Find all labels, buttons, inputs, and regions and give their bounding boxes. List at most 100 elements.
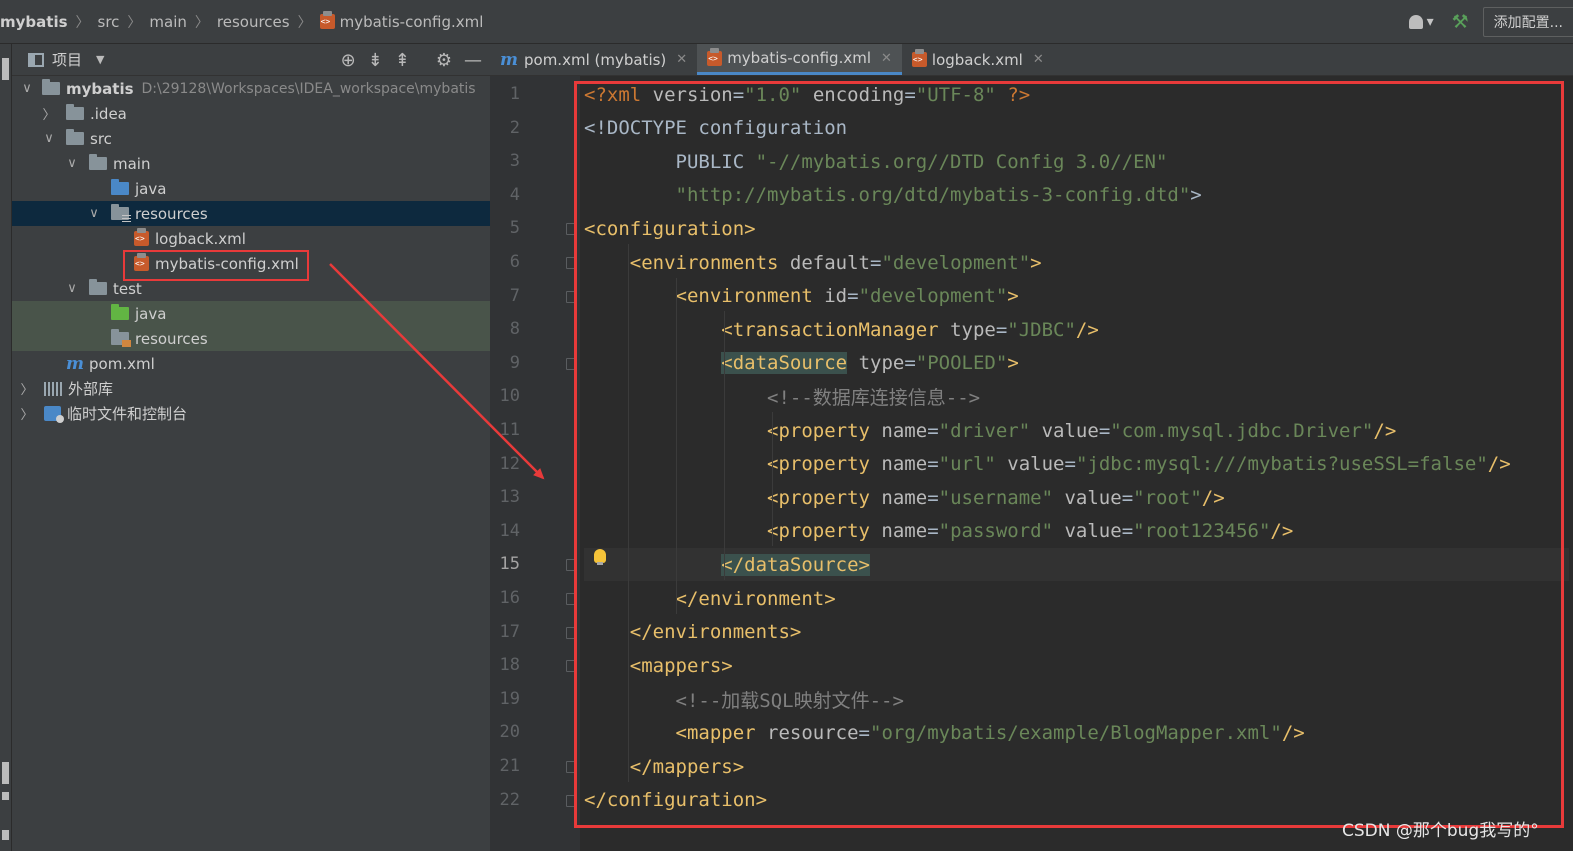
breadcrumb-item-src[interactable]: src xyxy=(94,13,124,31)
tab-label: pom.xml (mybatis) xyxy=(524,50,667,69)
breadcrumb-separator-icon: 〉 xyxy=(297,14,312,31)
line-number: 7 xyxy=(509,285,520,306)
line-number: 16 xyxy=(499,588,520,608)
breadcrumb-item-resources[interactable]: resources xyxy=(213,13,294,31)
close-icon[interactable]: ✕ xyxy=(881,51,892,66)
tree-item-label: .idea xyxy=(90,104,127,123)
favorites-tool-window-button[interactable] xyxy=(2,830,9,840)
line-number: 17 xyxy=(499,621,520,642)
chevron-down-icon: ▾ xyxy=(1426,14,1434,30)
line-number-gutter[interactable]: 1 2 3 4 5 6 7 8 9 10 11 12 13 14 15 16 17 18 19 20 21 22 xyxy=(490,76,580,851)
tree-item-label: java xyxy=(135,179,167,198)
xml-file-icon xyxy=(707,47,723,66)
project-view-icon xyxy=(28,52,44,67)
tree-item-label: 外部库 xyxy=(68,380,114,398)
module-folder-icon xyxy=(42,79,60,95)
navigation-bar: mybatis 〉 src 〉 main 〉 resources 〉 mybat… xyxy=(0,0,1573,44)
tree-item-label: java xyxy=(135,304,167,323)
tab-mybatis-config-xml[interactable]: mybatis-config.xml ✕ xyxy=(697,44,902,75)
close-icon[interactable]: ✕ xyxy=(676,52,687,67)
chevron-down-icon[interactable]: ∨ xyxy=(65,281,79,296)
tree-item-label: src xyxy=(90,129,112,148)
tree-item-label: 临时文件和控制台 xyxy=(67,405,188,423)
add-configuration-button[interactable]: 添加配置... xyxy=(1482,7,1573,37)
chevron-down-icon[interactable]: ∨ xyxy=(87,206,101,221)
tree-item-scratches[interactable]: 〉 临时文件和控制台 xyxy=(12,401,490,426)
tree-item-main[interactable]: ∨ main xyxy=(12,151,490,176)
folder-icon xyxy=(66,104,84,120)
chevron-right-icon[interactable]: 〉 xyxy=(20,404,34,423)
chevron-down-icon[interactable]: ▼ xyxy=(96,53,104,66)
expand-all-icon[interactable]: ⇟ xyxy=(368,50,383,71)
tab-pom-xml[interactable]: m pom.xml (mybatis) ✕ xyxy=(490,44,697,75)
line-number: 1 xyxy=(509,84,520,104)
breadcrumb-item-file[interactable]: mybatis-config.xml xyxy=(316,11,488,31)
source-folder-icon xyxy=(111,179,129,195)
test-resources-folder-icon xyxy=(111,329,131,347)
tree-item-label: main xyxy=(113,154,151,173)
tab-logback-xml[interactable]: logback.xml ✕ xyxy=(902,44,1054,75)
tree-item-label: pom.xml xyxy=(89,354,155,373)
folder-icon xyxy=(89,279,107,295)
tree-item-pom-xml[interactable]: m pom.xml xyxy=(12,351,490,376)
structure-tool-window-button[interactable] xyxy=(2,762,9,784)
chevron-right-icon[interactable]: 〉 xyxy=(42,104,56,123)
scratches-icon xyxy=(44,406,64,423)
tree-item-mybatis[interactable]: ∨ mybatis D:\29128\Workspaces\IDEA_works… xyxy=(12,76,490,101)
breadcrumb-item-main[interactable]: main xyxy=(145,13,190,31)
project-panel-title[interactable]: 项目 xyxy=(52,49,82,70)
chevron-down-icon[interactable]: ∨ xyxy=(65,156,79,171)
folder-icon xyxy=(89,154,107,170)
maven-icon: m xyxy=(66,353,84,374)
libraries-icon xyxy=(44,381,62,396)
line-number: 14 xyxy=(499,520,520,541)
breadcrumb-item-project[interactable]: mybatis xyxy=(0,13,72,31)
breadcrumb-file-label: mybatis-config.xml xyxy=(339,12,484,31)
collapse-all-icon[interactable]: ⇞ xyxy=(395,50,410,71)
breadcrumb-separator-icon: 〉 xyxy=(194,14,209,31)
line-number: 5 xyxy=(509,218,520,239)
highlight-box-config-file xyxy=(123,250,309,281)
xml-file-icon xyxy=(319,11,335,29)
tree-item-external-libraries[interactable]: 〉 外部库 xyxy=(12,376,490,401)
bookmarks-tool-window-button[interactable] xyxy=(2,792,9,800)
maven-icon: m xyxy=(500,49,518,70)
line-number: 10 xyxy=(499,386,520,407)
tree-item-label: resources xyxy=(135,329,208,348)
tree-item-test-java[interactable]: java xyxy=(12,301,490,326)
line-number: 9 xyxy=(509,352,520,373)
line-number: 6 xyxy=(509,252,520,272)
chevron-right-icon[interactable]: 〉 xyxy=(20,379,34,398)
gear-icon[interactable]: ⚙ xyxy=(436,50,452,71)
xml-file-icon xyxy=(911,49,927,67)
project-panel-header: 项目 ▼ ⊕ ⇟ ⇞ ⚙ — xyxy=(12,44,490,76)
build-hammer-icon[interactable]: ⚒ xyxy=(1452,11,1469,33)
tree-item-idea[interactable]: 〉 .idea xyxy=(12,101,490,126)
test-source-folder-icon xyxy=(111,304,129,320)
line-number: 8 xyxy=(509,319,520,340)
hide-panel-icon[interactable]: — xyxy=(464,50,482,71)
close-icon[interactable]: ✕ xyxy=(1033,52,1044,67)
tree-item-logback-xml[interactable]: logback.xml xyxy=(12,226,490,251)
watermark: CSDN @那个bug我写的° xyxy=(1342,821,1539,841)
tab-label: logback.xml xyxy=(931,50,1023,69)
line-number: 18 xyxy=(499,655,520,676)
tree-item-src[interactable]: ∨ src xyxy=(12,126,490,151)
xml-file-icon xyxy=(134,228,149,246)
line-number: 13 xyxy=(499,487,520,508)
line-number: 3 xyxy=(509,151,520,172)
project-panel: 项目 ▼ ⊕ ⇟ ⇞ ⚙ — ∨ mybatis D:\29128\Worksp… xyxy=(12,44,490,851)
tree-item-test-resources[interactable]: resources xyxy=(12,326,490,351)
line-number: 12 xyxy=(499,453,520,474)
chevron-down-icon[interactable]: ∨ xyxy=(20,81,34,96)
locate-file-icon[interactable]: ⊕ xyxy=(341,50,356,71)
project-tool-window-button[interactable] xyxy=(2,58,9,80)
tree-item-main-java[interactable]: java xyxy=(12,176,490,201)
highlight-box-code xyxy=(574,81,1564,828)
line-number: 2 xyxy=(509,117,520,138)
tree-item-main-resources[interactable]: ∨ resources xyxy=(12,201,490,226)
chevron-down-icon[interactable]: ∨ xyxy=(42,131,56,146)
tab-label: mybatis-config.xml xyxy=(727,49,871,67)
user-menu-button[interactable]: ▾ xyxy=(1408,14,1434,30)
line-number: 11 xyxy=(499,420,520,440)
